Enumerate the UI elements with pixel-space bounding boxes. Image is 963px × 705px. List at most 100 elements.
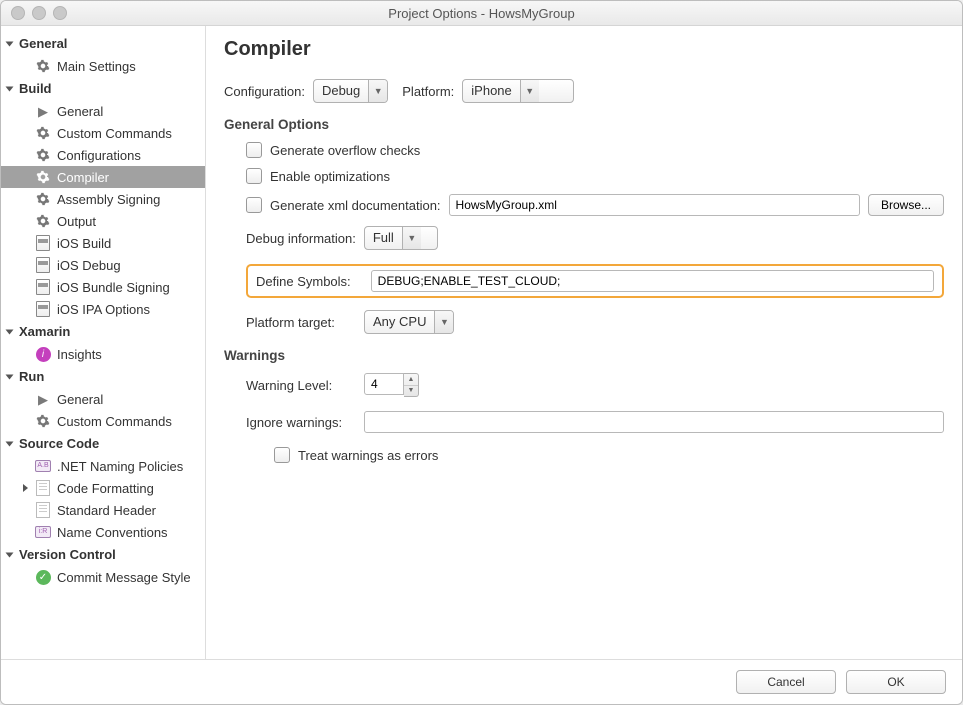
treat-warnings-label: Treat warnings as errors — [298, 448, 438, 463]
category-xamarin[interactable]: Xamarin — [1, 320, 205, 343]
document-icon — [35, 480, 51, 496]
sidebar-item-run-custom-commands[interactable]: Custom Commands — [1, 410, 205, 432]
device-icon — [35, 279, 51, 295]
enable-optimizations-label: Enable optimizations — [270, 169, 390, 184]
sidebar-item-ios-ipa-options[interactable]: iOS IPA Options — [1, 298, 205, 320]
sidebar-item-label: Configurations — [57, 148, 141, 163]
compiler-panel: Compiler Configuration: Debug ▼ Platform… — [206, 26, 962, 659]
sidebar-item-main-settings[interactable]: Main Settings — [1, 55, 205, 77]
sidebar-item-label: iOS Bundle Signing — [57, 280, 170, 295]
platform-label: Platform: — [402, 84, 454, 99]
configuration-label: Configuration: — [224, 84, 305, 99]
sidebar-item-output[interactable]: Output — [1, 210, 205, 232]
category-source-code[interactable]: Source Code — [1, 432, 205, 455]
titlebar: Project Options - HowsMyGroup — [1, 1, 962, 26]
debug-info-value: Full — [365, 227, 402, 249]
platform-target-select[interactable]: Any CPU ▼ — [364, 310, 454, 334]
window-title: Project Options - HowsMyGroup — [1, 6, 962, 21]
sidebar-item-label: Output — [57, 214, 96, 229]
insights-icon: i — [35, 346, 51, 362]
chevron-down-icon: ▼ — [404, 386, 418, 397]
platform-target-label: Platform target: — [246, 315, 356, 330]
sidebar-item-name-conventions[interactable]: i:R Name Conventions — [1, 521, 205, 543]
gear-icon — [35, 413, 51, 429]
page-title: Compiler — [224, 38, 944, 61]
section-general-options: General Options — [224, 117, 944, 132]
warning-level-stepper[interactable]: ▲ ▼ — [404, 373, 419, 397]
sidebar-item-label: Commit Message Style — [57, 570, 191, 585]
sidebar-item-label: Custom Commands — [57, 126, 172, 141]
chevron-up-icon: ▲ — [404, 374, 418, 386]
section-warnings: Warnings — [224, 348, 944, 363]
ok-button[interactable]: OK — [846, 670, 946, 694]
enable-optimizations-checkbox[interactable] — [246, 168, 262, 184]
chevron-down-icon: ▼ — [434, 311, 453, 333]
sidebar-item-code-formatting[interactable]: Code Formatting — [1, 477, 205, 499]
define-symbols-highlight: Define Symbols: — [246, 264, 944, 298]
sidebar-item-label: Standard Header — [57, 503, 156, 518]
sidebar-item-label: Compiler — [57, 170, 109, 185]
chevron-down-icon: ▼ — [520, 80, 539, 102]
sidebar-item-run-general[interactable]: ▶ General — [1, 388, 205, 410]
sidebar-item-label: iOS Build — [57, 236, 111, 251]
sidebar-item-label: Name Conventions — [57, 525, 168, 540]
gear-icon — [35, 169, 51, 185]
browse-button[interactable]: Browse... — [868, 194, 944, 216]
sidebar-item-label: .NET Naming Policies — [57, 459, 183, 474]
sidebar-item-label: General — [57, 104, 103, 119]
xml-doc-input[interactable] — [449, 194, 860, 216]
category-build[interactable]: Build — [1, 77, 205, 100]
naming-icon: i:R — [35, 524, 51, 540]
check-circle-icon: ✓ — [35, 569, 51, 585]
device-icon — [35, 235, 51, 251]
sidebar-item-label: Insights — [57, 347, 102, 362]
gear-icon — [35, 125, 51, 141]
cancel-button[interactable]: Cancel — [736, 670, 836, 694]
warning-level-input[interactable] — [364, 373, 404, 395]
sidebar-item-standard-header[interactable]: Standard Header — [1, 499, 205, 521]
ignore-warnings-input[interactable] — [364, 411, 944, 433]
sidebar-item-label: iOS Debug — [57, 258, 121, 273]
sidebar-item-insights[interactable]: i Insights — [1, 343, 205, 365]
document-icon — [35, 502, 51, 518]
warning-level-label: Warning Level: — [246, 378, 356, 393]
sidebar-item-build-general[interactable]: ▶ General — [1, 100, 205, 122]
sidebar-item-compiler[interactable]: Compiler — [1, 166, 205, 188]
sidebar-item-commit-message-style[interactable]: ✓ Commit Message Style — [1, 566, 205, 588]
sidebar-item-assembly-signing[interactable]: Assembly Signing — [1, 188, 205, 210]
naming-icon: A.B — [35, 458, 51, 474]
gear-icon — [35, 58, 51, 74]
sidebar-item-naming-policies[interactable]: A.B .NET Naming Policies — [1, 455, 205, 477]
debug-info-label: Debug information: — [246, 231, 356, 246]
project-options-window: Project Options - HowsMyGroup General Ma… — [0, 0, 963, 705]
xml-doc-checkbox[interactable] — [246, 197, 262, 213]
sidebar-item-configurations[interactable]: Configurations — [1, 144, 205, 166]
platform-target-value: Any CPU — [365, 311, 434, 333]
configuration-value: Debug — [314, 80, 368, 102]
play-icon: ▶ — [35, 391, 51, 407]
debug-info-select[interactable]: Full ▼ — [364, 226, 438, 250]
sidebar-item-label: Assembly Signing — [57, 192, 160, 207]
category-general[interactable]: General — [1, 32, 205, 55]
category-version-control[interactable]: Version Control — [1, 543, 205, 566]
sidebar-item-ios-debug[interactable]: iOS Debug — [1, 254, 205, 276]
define-symbols-input[interactable] — [371, 270, 934, 292]
sidebar-item-label: General — [57, 392, 103, 407]
category-run[interactable]: Run — [1, 365, 205, 388]
gear-icon — [35, 147, 51, 163]
xml-doc-label: Generate xml documentation: — [270, 198, 441, 213]
dialog-footer: Cancel OK — [1, 659, 962, 704]
platform-select[interactable]: iPhone ▼ — [462, 79, 574, 103]
sidebar-item-label: Custom Commands — [57, 414, 172, 429]
sidebar-item-ios-build[interactable]: iOS Build — [1, 232, 205, 254]
play-icon: ▶ — [35, 103, 51, 119]
configuration-select[interactable]: Debug ▼ — [313, 79, 388, 103]
device-icon — [35, 257, 51, 273]
sidebar-item-label: iOS IPA Options — [57, 302, 150, 317]
sidebar-item-ios-bundle-signing[interactable]: iOS Bundle Signing — [1, 276, 205, 298]
overflow-checks-checkbox[interactable] — [246, 142, 262, 158]
treat-warnings-checkbox[interactable] — [274, 447, 290, 463]
overflow-checks-label: Generate overflow checks — [270, 143, 420, 158]
sidebar-item-label: Code Formatting — [57, 481, 154, 496]
sidebar-item-custom-commands[interactable]: Custom Commands — [1, 122, 205, 144]
